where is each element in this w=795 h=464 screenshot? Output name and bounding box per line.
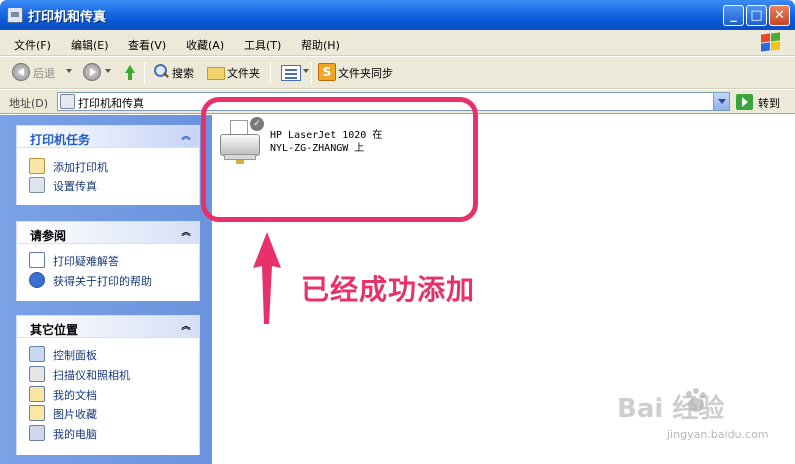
watermark-main: Bai 经验 — [617, 394, 725, 424]
menu-edit[interactable]: 编辑(E) — [71, 37, 109, 53]
fax-icon — [29, 177, 45, 193]
task-label: 设置传真 — [53, 180, 97, 193]
search-icon[interactable] — [152, 63, 170, 81]
panel-title: 请参阅 — [30, 229, 67, 243]
my-documents-icon — [29, 386, 45, 402]
collapse-chevron-icon[interactable]: ︽ — [179, 130, 193, 144]
menu-bar: 文件(F) 编辑(E) 查看(V) 收藏(A) 工具(T) 帮助(H) — [0, 30, 795, 56]
see-also-panel: 请参阅 ︽ 打印疑难解答 获得关于打印的帮助 — [16, 221, 200, 301]
forward-arrow-icon[interactable] — [83, 63, 101, 81]
link-scanners-cameras[interactable]: 扫描仪和照相机 — [29, 366, 194, 382]
toolbar-separator — [144, 62, 145, 84]
close-button[interactable]: ✕ — [769, 5, 790, 26]
printer-tasks-panel: 打印机任务 ︽ 添加打印机 设置传真 — [16, 125, 200, 205]
forward-dropdown-icon[interactable] — [105, 69, 111, 73]
back-button[interactable]: 后退 — [33, 65, 55, 81]
toolbar-separator — [311, 62, 312, 84]
link-control-panel[interactable]: 控制面板 — [29, 346, 194, 362]
printers-folder-icon — [60, 94, 75, 109]
help-book-icon — [29, 252, 45, 268]
link-my-pictures[interactable]: 图片收藏 — [29, 405, 194, 421]
watermark-url: jingyan.baidu.com — [667, 428, 769, 441]
folder-sync-icon[interactable]: S — [318, 63, 336, 81]
add-printer-icon — [29, 158, 45, 174]
annotation-text: 已经成功添加 — [301, 273, 476, 306]
printers-folder-icon — [7, 7, 23, 23]
task-add-printer[interactable]: 添加打印机 — [29, 158, 194, 174]
panel-body: 打印疑难解答 获得关于打印的帮助 — [17, 244, 199, 301]
panel-title: 其它位置 — [30, 323, 79, 337]
my-pictures-icon — [29, 405, 45, 421]
task-label: 添加打印机 — [53, 161, 108, 174]
folders-button[interactable]: 文件夹 — [227, 65, 260, 81]
go-button[interactable]: 转到 — [758, 95, 780, 111]
menu-file[interactable]: 文件(F) — [14, 37, 51, 53]
go-arrow-icon[interactable] — [736, 94, 753, 110]
link-my-documents[interactable]: 我的文档 — [29, 386, 194, 402]
other-places-header[interactable]: 其它位置 ︽ — [17, 316, 199, 338]
task-label: 图片收藏 — [53, 408, 97, 421]
menu-view[interactable]: 查看(V) — [128, 37, 166, 53]
windows-logo-icon — [760, 32, 782, 53]
views-dropdown-icon[interactable] — [303, 69, 309, 73]
toolbar-separator — [270, 62, 271, 84]
folder-sync-button[interactable]: 文件夹同步 — [338, 65, 393, 81]
window-title: 打印机和传真 — [28, 10, 107, 25]
link-my-computer[interactable]: 我的电脑 — [29, 425, 194, 441]
folders-icon[interactable] — [206, 63, 225, 81]
up-folder-icon[interactable] — [121, 63, 139, 81]
task-label: 获得关于打印的帮助 — [53, 275, 152, 288]
minimize-button[interactable]: _ — [723, 5, 744, 26]
other-places-panel: 其它位置 ︽ 控制面板 扫描仪和照相机 我的文档 图片收藏 我的电脑 — [16, 315, 200, 455]
back-dropdown-icon[interactable] — [66, 69, 72, 73]
task-label: 我的文档 — [53, 389, 97, 402]
annotation-arrow-icon — [253, 232, 281, 324]
highlight-box — [201, 97, 478, 222]
back-arrow-icon[interactable] — [12, 63, 30, 81]
panel-body: 控制面板 扫描仪和照相机 我的文档 图片收藏 我的电脑 — [17, 338, 199, 455]
maximize-button[interactable]: □ — [746, 5, 767, 26]
address-value: 打印机和传真 — [78, 97, 144, 110]
task-pane: 打印机任务 ︽ 添加打印机 设置传真 请参阅 ︽ 打印疑难解答 获得关于打印的帮… — [0, 115, 212, 464]
title-bar: 打印机和传真 _ □ ✕ — [0, 0, 795, 30]
control-panel-icon — [29, 346, 45, 362]
collapse-chevron-icon[interactable]: ︽ — [179, 226, 193, 240]
address-dropdown-icon[interactable] — [713, 93, 729, 110]
panel-body: 添加打印机 设置传真 — [17, 148, 199, 205]
menu-favorites[interactable]: 收藏(A) — [186, 37, 224, 53]
task-setup-fax[interactable]: 设置传真 — [29, 177, 194, 193]
task-label: 我的电脑 — [53, 428, 97, 441]
printer-tasks-header[interactable]: 打印机任务 ︽ — [17, 126, 199, 148]
menu-help[interactable]: 帮助(H) — [301, 37, 340, 53]
search-button[interactable]: 搜索 — [172, 65, 194, 81]
link-print-troubleshooter[interactable]: 打印疑难解答 — [29, 252, 194, 268]
baidu-paw-icon — [686, 388, 706, 412]
baidu-watermark: Bai 经验 jingyan.baidu.com — [607, 388, 787, 458]
help-question-icon — [29, 272, 45, 288]
task-label: 控制面板 — [53, 349, 97, 362]
collapse-chevron-icon[interactable]: ︽ — [179, 320, 193, 334]
my-computer-icon — [29, 425, 45, 441]
see-also-header[interactable]: 请参阅 ︽ — [17, 222, 199, 244]
views-icon[interactable] — [281, 65, 301, 81]
menu-tools[interactable]: 工具(T) — [244, 37, 281, 53]
scanner-icon — [29, 366, 45, 382]
task-label: 打印疑难解答 — [53, 255, 119, 268]
address-label: 地址(D) — [9, 97, 49, 110]
link-print-help[interactable]: 获得关于打印的帮助 — [29, 272, 194, 288]
panel-title: 打印机任务 — [30, 133, 91, 147]
toolbar: 后退 搜索 文件夹 S 文件夹同步 — [0, 57, 795, 89]
task-label: 扫描仪和照相机 — [53, 369, 130, 382]
